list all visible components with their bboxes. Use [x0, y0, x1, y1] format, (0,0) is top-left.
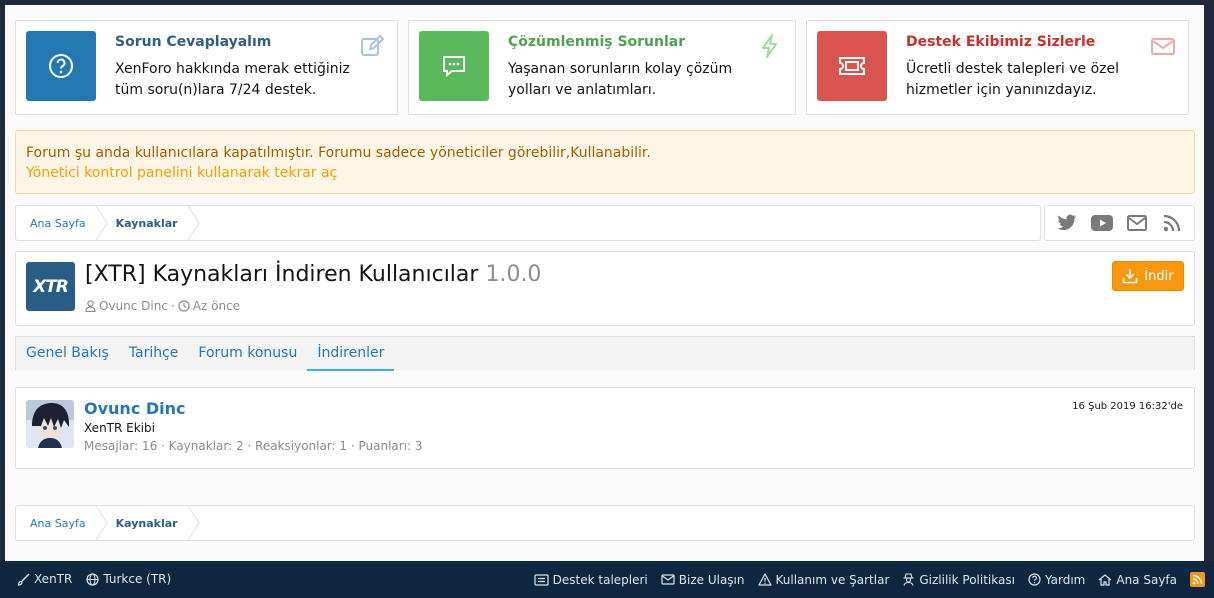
- edit-icon: [361, 34, 385, 56]
- feature-description: Yaşanan sorunların kolay çözüm yolları v…: [508, 61, 733, 98]
- feature-box-support[interactable]: Destek Ekibimiz Sizlerle Ücretli destek …: [806, 20, 1189, 115]
- footer-rss-icon[interactable]: [1190, 572, 1205, 587]
- page: Sorun Cevaplayalım XenForo hakkında mera…: [5, 5, 1204, 561]
- footer-link-label[interactable]: Ana Sayfa: [1116, 573, 1177, 587]
- help-icon: [1028, 573, 1041, 586]
- download-date: 16 Şub 2019 16:32'de: [1072, 401, 1183, 412]
- breadcrumb-bottom: Ana Sayfa Kaynaklar: [15, 505, 1195, 541]
- rss-icon[interactable]: [1161, 212, 1183, 234]
- breadcrumb-home[interactable]: Ana Sayfa: [16, 206, 108, 240]
- downloader-list: Ovunc Dinc XenTR Ekibi Mesajlar: 16 · Ka…: [15, 387, 1195, 469]
- breadcrumb-home-label[interactable]: Ana Sayfa: [30, 217, 86, 230]
- breadcrumb: Ana Sayfa Kaynaklar: [15, 205, 1041, 241]
- footer-link-help[interactable]: Yardım: [1028, 573, 1085, 587]
- breadcrumb-home[interactable]: Ana Sayfa: [16, 506, 108, 540]
- reopen-link[interactable]: Yönetici kontrol panelini kullanarak tek…: [26, 163, 1184, 183]
- feature-box-solved[interactable]: Çözümlenmiş Sorunlar Yaşanan sorunların …: [408, 20, 796, 115]
- avatar[interactable]: [26, 400, 74, 448]
- resource-tabs: Genel Bakış Tarihçe Forum konusu İndiren…: [15, 336, 1195, 371]
- resource-author[interactable]: Ovunc Dinc: [99, 299, 168, 313]
- home-icon: [1098, 573, 1112, 586]
- resource-meta: Ovunc Dinc · Az önce: [85, 299, 240, 313]
- forum-closed-notice: Forum şu anda kullanıcılara kapatılmıştı…: [15, 130, 1195, 194]
- brush-icon: [17, 572, 30, 586]
- feature-title[interactable]: Çözümlenmiş Sorunlar: [508, 34, 685, 50]
- footer-link-label[interactable]: Yardım: [1045, 573, 1085, 587]
- ticket-tile: [817, 31, 887, 101]
- downloader-name[interactable]: Ovunc Dinc: [84, 399, 186, 418]
- footer-link-label[interactable]: Kullanım ve Şartlar: [776, 573, 890, 587]
- breadcrumb-separator: [187, 206, 200, 240]
- mail-icon: [661, 574, 675, 585]
- resource-logo: XTR: [26, 262, 75, 311]
- globe-icon: [86, 572, 99, 586]
- social-links: [1044, 205, 1195, 241]
- footer-link-label[interactable]: Destek talepleri: [553, 573, 648, 587]
- breadcrumb-resources[interactable]: Kaynaklar: [102, 206, 200, 240]
- chat-tile: [419, 31, 489, 101]
- footer-link-privacy[interactable]: Gizlilik Politikası: [902, 573, 1015, 587]
- footer-language-label[interactable]: Turkce (TR): [103, 572, 171, 586]
- question-tile: [26, 31, 96, 101]
- question-icon: [49, 54, 73, 78]
- youtube-icon[interactable]: [1090, 212, 1113, 234]
- ticket-icon: [534, 573, 549, 586]
- twitter-icon[interactable]: [1056, 212, 1078, 234]
- footer: XenTR Turkce (TR) Destek talepleri Bize …: [0, 561, 1214, 598]
- mail-icon[interactable]: [1126, 212, 1148, 234]
- download-icon: [1123, 269, 1138, 284]
- tab-downloaders[interactable]: İndirenler: [307, 337, 395, 371]
- tab-history[interactable]: Tarihçe: [119, 337, 189, 371]
- warning-icon: [757, 573, 772, 586]
- breadcrumb-home-label[interactable]: Ana Sayfa: [30, 517, 86, 530]
- breadcrumb-resources-label[interactable]: Kaynaklar: [116, 217, 178, 230]
- breadcrumb-resources[interactable]: Kaynaklar: [102, 506, 200, 540]
- bolt-icon: [762, 34, 777, 58]
- mail-icon: [1151, 38, 1175, 55]
- footer-link-support-tickets[interactable]: Destek talepleri: [534, 573, 648, 587]
- breadcrumb-resources-label[interactable]: Kaynaklar: [116, 517, 178, 530]
- feature-title[interactable]: Sorun Cevaplayalım: [115, 34, 271, 50]
- meta-separator: ·: [170, 299, 175, 313]
- downloader-user-title: XenTR Ekibi: [84, 421, 155, 435]
- resource-time[interactable]: Az önce: [193, 299, 240, 313]
- download-button[interactable]: İndir: [1112, 261, 1184, 291]
- footer-link-label[interactable]: Bize Ulaşın: [679, 573, 745, 587]
- footer-language-chooser[interactable]: Turkce (TR): [86, 572, 171, 586]
- page-title: [XTR] Kaynakları İndiren Kullanıcılar 1.…: [85, 262, 541, 287]
- feature-description: XenForo hakkında merak ettiğiniz tüm sor…: [115, 61, 350, 98]
- resource-version: 1.0.0: [485, 262, 542, 287]
- notice-text: Forum şu anda kullanıcılara kapatılmıştı…: [26, 145, 651, 161]
- chat-icon: [443, 56, 465, 78]
- user-secret-icon: [903, 573, 914, 586]
- footer-link-home[interactable]: Ana Sayfa: [1098, 573, 1177, 587]
- tab-overview[interactable]: Genel Bakış: [16, 337, 119, 371]
- download-label[interactable]: İndir: [1144, 269, 1173, 284]
- footer-link-terms[interactable]: Kullanım ve Şartlar: [757, 573, 890, 587]
- clock-icon: [178, 300, 190, 312]
- breadcrumb-separator: [187, 506, 200, 540]
- resource-header: XTR [XTR] Kaynakları İndiren Kullanıcıla…: [15, 251, 1195, 326]
- feature-title[interactable]: Destek Ekibimiz Sizlerle: [906, 34, 1095, 50]
- footer-link-label[interactable]: Gizlilik Politikası: [919, 573, 1015, 587]
- footer-style-label[interactable]: XenTR: [34, 572, 72, 586]
- resource-title: [XTR] Kaynakları İndiren Kullanıcılar: [85, 262, 479, 287]
- ticket-icon: [839, 57, 865, 75]
- feature-description: Ücretli destek talepleri ve özel hizmetl…: [906, 61, 1120, 98]
- feature-box-answers[interactable]: Sorun Cevaplayalım XenForo hakkında mera…: [15, 20, 398, 115]
- footer-link-contact[interactable]: Bize Ulaşın: [661, 573, 745, 587]
- tab-forum-thread[interactable]: Forum konusu: [188, 337, 307, 371]
- footer-style-chooser[interactable]: XenTR: [17, 572, 72, 586]
- downloader-stats: Mesajlar: 16 · Kaynaklar: 2 · Reaksiyonl…: [84, 439, 423, 453]
- user-icon: [85, 300, 96, 312]
